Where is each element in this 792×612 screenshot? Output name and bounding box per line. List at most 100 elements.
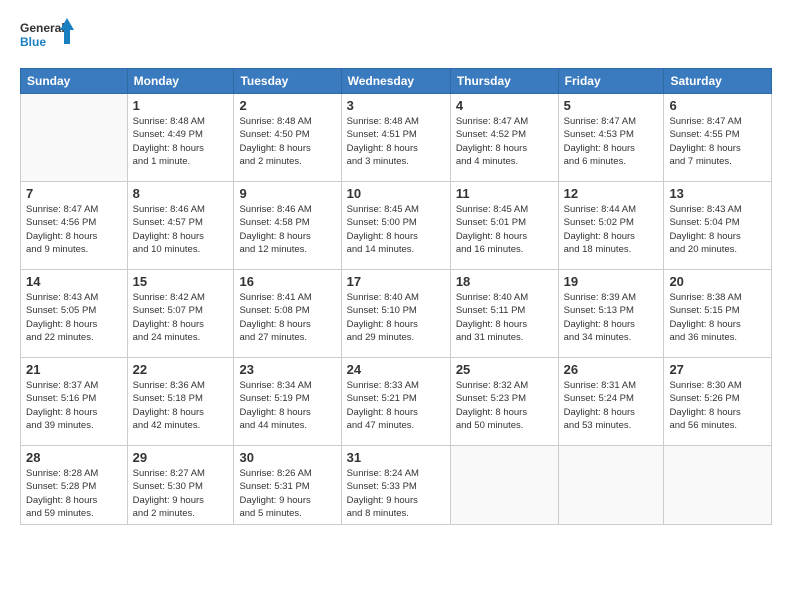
- calendar-cell: 23 Sunrise: 8:34 AM Sunset: 5:19 PM Dayli…: [234, 358, 341, 446]
- day-info: Sunrise: 8:38 AM Sunset: 5:15 PM Dayligh…: [669, 291, 766, 344]
- calendar-cell: 30 Sunrise: 8:26 AM Sunset: 5:31 PM Dayli…: [234, 446, 341, 525]
- calendar-cell: 27 Sunrise: 8:30 AM Sunset: 5:26 PM Dayli…: [664, 358, 772, 446]
- day-info: Sunrise: 8:45 AM Sunset: 5:00 PM Dayligh…: [347, 203, 445, 256]
- calendar-cell: 26 Sunrise: 8:31 AM Sunset: 5:24 PM Dayli…: [558, 358, 664, 446]
- day-info: Sunrise: 8:44 AM Sunset: 5:02 PM Dayligh…: [564, 203, 659, 256]
- calendar-cell: 22 Sunrise: 8:36 AM Sunset: 5:18 PM Dayli…: [127, 358, 234, 446]
- day-number: 14: [26, 274, 122, 289]
- header: GeneralBlue: [20, 16, 772, 56]
- calendar-cell: 25Sunrise: 8:32 AM Sunset: 5:23 PM Dayli…: [450, 358, 558, 446]
- calendar-cell: 12 Sunrise: 8:44 AM Sunset: 5:02 PM Dayli…: [558, 182, 664, 270]
- calendar-week-row: 14 Sunrise: 8:43 AM Sunset: 5:05 PM Dayli…: [21, 270, 772, 358]
- weekday-header: Monday: [127, 69, 234, 94]
- day-number: 7: [26, 186, 122, 201]
- calendar-cell: 17Sunrise: 8:40 AM Sunset: 5:10 PM Dayli…: [341, 270, 450, 358]
- calendar-cell: 6 Sunrise: 8:47 AM Sunset: 4:55 PM Daylig…: [664, 94, 772, 182]
- day-info: Sunrise: 8:24 AM Sunset: 5:33 PM Dayligh…: [347, 467, 445, 520]
- weekday-header-row: SundayMondayTuesdayWednesdayThursdayFrid…: [21, 69, 772, 94]
- calendar-week-row: 21Sunrise: 8:37 AM Sunset: 5:16 PM Dayli…: [21, 358, 772, 446]
- day-info: Sunrise: 8:43 AM Sunset: 5:05 PM Dayligh…: [26, 291, 122, 344]
- calendar-cell: 28 Sunrise: 8:28 AM Sunset: 5:28 PM Dayli…: [21, 446, 128, 525]
- calendar-cell: 20 Sunrise: 8:38 AM Sunset: 5:15 PM Dayli…: [664, 270, 772, 358]
- day-info: Sunrise: 8:34 AM Sunset: 5:19 PM Dayligh…: [239, 379, 335, 432]
- weekday-header: Saturday: [664, 69, 772, 94]
- calendar-cell: 7 Sunrise: 8:47 AM Sunset: 4:56 PM Daylig…: [21, 182, 128, 270]
- day-number: 26: [564, 362, 659, 377]
- calendar-cell: 2 Sunrise: 8:48 AM Sunset: 4:50 PM Daylig…: [234, 94, 341, 182]
- day-info: Sunrise: 8:42 AM Sunset: 5:07 PM Dayligh…: [133, 291, 229, 344]
- day-number: 13: [669, 186, 766, 201]
- calendar-cell: 19 Sunrise: 8:39 AM Sunset: 5:13 PM Dayli…: [558, 270, 664, 358]
- calendar-cell: 10 Sunrise: 8:45 AM Sunset: 5:00 PM Dayli…: [341, 182, 450, 270]
- day-number: 30: [239, 450, 335, 465]
- day-number: 16: [239, 274, 335, 289]
- day-info: Sunrise: 8:40 AM Sunset: 5:10 PM Dayligh…: [347, 291, 445, 344]
- day-number: 3: [347, 98, 445, 113]
- day-number: 19: [564, 274, 659, 289]
- calendar-cell: 3Sunrise: 8:48 AM Sunset: 4:51 PM Daylig…: [341, 94, 450, 182]
- calendar-cell: 31 Sunrise: 8:24 AM Sunset: 5:33 PM Dayli…: [341, 446, 450, 525]
- day-info: Sunrise: 8:46 AM Sunset: 4:58 PM Dayligh…: [239, 203, 335, 256]
- day-number: 27: [669, 362, 766, 377]
- calendar-cell: 16Sunrise: 8:41 AM Sunset: 5:08 PM Dayli…: [234, 270, 341, 358]
- day-number: 5: [564, 98, 659, 113]
- day-info: Sunrise: 8:46 AM Sunset: 4:57 PM Dayligh…: [133, 203, 229, 256]
- day-number: 29: [133, 450, 229, 465]
- day-number: 24: [347, 362, 445, 377]
- calendar-cell: [664, 446, 772, 525]
- day-number: 12: [564, 186, 659, 201]
- day-info: Sunrise: 8:31 AM Sunset: 5:24 PM Dayligh…: [564, 379, 659, 432]
- day-info: Sunrise: 8:26 AM Sunset: 5:31 PM Dayligh…: [239, 467, 335, 520]
- calendar-cell: 21Sunrise: 8:37 AM Sunset: 5:16 PM Dayli…: [21, 358, 128, 446]
- calendar-cell: [450, 446, 558, 525]
- calendar-cell: 13 Sunrise: 8:43 AM Sunset: 5:04 PM Dayli…: [664, 182, 772, 270]
- day-info: Sunrise: 8:47 AM Sunset: 4:55 PM Dayligh…: [669, 115, 766, 168]
- day-info: Sunrise: 8:48 AM Sunset: 4:50 PM Dayligh…: [239, 115, 335, 168]
- logo-svg: GeneralBlue: [20, 16, 80, 56]
- day-info: Sunrise: 8:47 AM Sunset: 4:52 PM Dayligh…: [456, 115, 553, 168]
- day-info: Sunrise: 8:30 AM Sunset: 5:26 PM Dayligh…: [669, 379, 766, 432]
- day-info: Sunrise: 8:43 AM Sunset: 5:04 PM Dayligh…: [669, 203, 766, 256]
- day-info: Sunrise: 8:32 AM Sunset: 5:23 PM Dayligh…: [456, 379, 553, 432]
- day-number: 6: [669, 98, 766, 113]
- day-number: 22: [133, 362, 229, 377]
- logo: GeneralBlue: [20, 16, 80, 56]
- calendar-cell: 18 Sunrise: 8:40 AM Sunset: 5:11 PM Dayli…: [450, 270, 558, 358]
- day-number: 10: [347, 186, 445, 201]
- day-number: 18: [456, 274, 553, 289]
- day-info: Sunrise: 8:28 AM Sunset: 5:28 PM Dayligh…: [26, 467, 122, 520]
- day-number: 23: [239, 362, 335, 377]
- calendar-cell: 9 Sunrise: 8:46 AM Sunset: 4:58 PM Daylig…: [234, 182, 341, 270]
- day-info: Sunrise: 8:39 AM Sunset: 5:13 PM Dayligh…: [564, 291, 659, 344]
- weekday-header: Tuesday: [234, 69, 341, 94]
- day-number: 15: [133, 274, 229, 289]
- calendar-cell: 1Sunrise: 8:48 AM Sunset: 4:49 PM Daylig…: [127, 94, 234, 182]
- day-info: Sunrise: 8:47 AM Sunset: 4:56 PM Dayligh…: [26, 203, 122, 256]
- day-info: Sunrise: 8:45 AM Sunset: 5:01 PM Dayligh…: [456, 203, 553, 256]
- day-number: 1: [133, 98, 229, 113]
- calendar-cell: 5Sunrise: 8:47 AM Sunset: 4:53 PM Daylig…: [558, 94, 664, 182]
- day-info: Sunrise: 8:40 AM Sunset: 5:11 PM Dayligh…: [456, 291, 553, 344]
- calendar-cell: 11Sunrise: 8:45 AM Sunset: 5:01 PM Dayli…: [450, 182, 558, 270]
- day-info: Sunrise: 8:36 AM Sunset: 5:18 PM Dayligh…: [133, 379, 229, 432]
- weekday-header: Sunday: [21, 69, 128, 94]
- day-number: 20: [669, 274, 766, 289]
- weekday-header: Wednesday: [341, 69, 450, 94]
- svg-text:General: General: [20, 21, 65, 35]
- day-number: 2: [239, 98, 335, 113]
- calendar-cell: [558, 446, 664, 525]
- svg-text:Blue: Blue: [20, 35, 46, 49]
- day-number: 21: [26, 362, 122, 377]
- day-number: 9: [239, 186, 335, 201]
- weekday-header: Friday: [558, 69, 664, 94]
- weekday-header: Thursday: [450, 69, 558, 94]
- calendar-cell: 14 Sunrise: 8:43 AM Sunset: 5:05 PM Dayli…: [21, 270, 128, 358]
- day-number: 31: [347, 450, 445, 465]
- calendar-cell: 15 Sunrise: 8:42 AM Sunset: 5:07 PM Dayli…: [127, 270, 234, 358]
- calendar-cell: 8Sunrise: 8:46 AM Sunset: 4:57 PM Daylig…: [127, 182, 234, 270]
- day-number: 28: [26, 450, 122, 465]
- day-number: 4: [456, 98, 553, 113]
- calendar-table: SundayMondayTuesdayWednesdayThursdayFrid…: [20, 68, 772, 525]
- calendar-cell: 29Sunrise: 8:27 AM Sunset: 5:30 PM Dayli…: [127, 446, 234, 525]
- calendar-week-row: 7 Sunrise: 8:47 AM Sunset: 4:56 PM Daylig…: [21, 182, 772, 270]
